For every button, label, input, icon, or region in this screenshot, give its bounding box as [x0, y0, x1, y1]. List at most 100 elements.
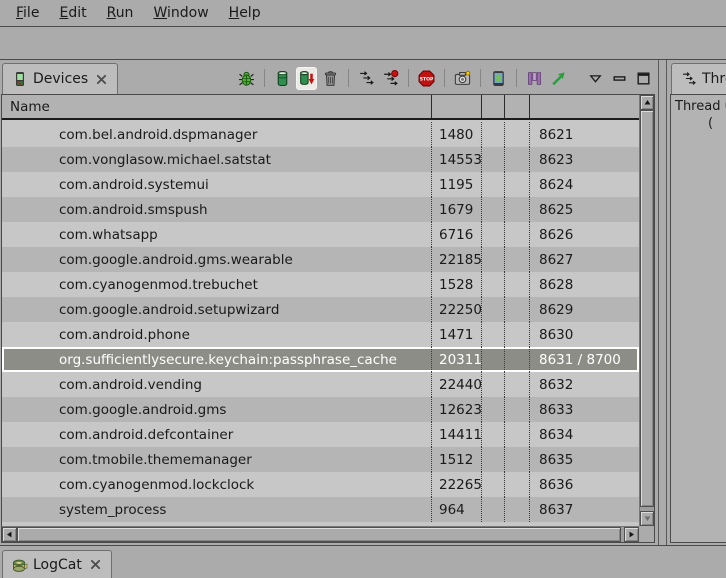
menu-file[interactable]: File	[6, 2, 49, 24]
cell-port: 8627	[530, 247, 639, 272]
menu-edit[interactable]: Edit	[49, 2, 96, 24]
table-row[interactable]: com.vonglasow.michael.satstat145538623	[2, 147, 639, 172]
close-icon[interactable]	[89, 558, 102, 571]
devices-tab-label: Devices	[33, 71, 88, 87]
cell-c4	[505, 122, 530, 147]
table-row[interactable]: com.cyanogenmod.lockclock222658636	[2, 472, 639, 497]
horizontal-scroll-thumb[interactable]	[17, 527, 621, 542]
menu-run[interactable]: Run	[97, 2, 144, 24]
maximize-icon[interactable]	[634, 68, 653, 89]
table-row[interactable]: com.android.vending224408632	[2, 372, 639, 397]
column-header-3[interactable]	[482, 95, 505, 118]
cell-pid: 14411	[432, 422, 482, 447]
column-header-4[interactable]	[505, 95, 530, 118]
phone-icon	[12, 71, 28, 87]
table-row[interactable]: com.android.defcontainer144118634	[2, 422, 639, 447]
table-row[interactable]: com.android.phone1471 8630	[2, 322, 639, 347]
cell-pid: 1471	[432, 322, 482, 347]
cell-name: com.android.systemui	[2, 172, 432, 197]
toolbar-separator	[348, 69, 349, 87]
cell-name: com.vonglasow.michael.satstat	[2, 147, 432, 172]
menu-bar: FileEditRunWindowHelp	[0, 0, 726, 27]
cell-port: 8628	[530, 272, 639, 297]
table-row[interactable]: com.android.systemui1195 8624	[2, 172, 639, 197]
tab-logcat[interactable]: LogCat	[2, 550, 112, 578]
table-row[interactable]: com.bel.android.dspmanager1480 8621	[2, 122, 639, 147]
cell-c4	[505, 222, 530, 247]
update-threads-icon[interactable]	[357, 68, 376, 89]
cell-c3	[482, 222, 505, 247]
column-header-name[interactable]: Name	[2, 95, 432, 118]
table-row[interactable]: com.google.android.gms126238633	[2, 397, 639, 422]
column-header-port[interactable]	[530, 95, 639, 118]
main-toolbar-strip	[0, 27, 726, 60]
threads-icon	[681, 71, 697, 87]
gc-icon[interactable]	[321, 68, 340, 89]
minimize-icon[interactable]	[610, 68, 629, 89]
scroll-right-button[interactable]	[624, 527, 639, 542]
cell-c4	[505, 247, 530, 272]
cell-pid: 12623	[432, 397, 482, 422]
cell-name: com.tmobile.thememanager	[2, 447, 432, 472]
cell-c3	[482, 122, 505, 147]
tab-threads[interactable]: Threads	[671, 63, 726, 94]
device-screen-capture-icon[interactable]	[489, 68, 508, 89]
cell-name: com.bel.android.dspmanager	[2, 122, 432, 147]
cell-c4	[505, 172, 530, 197]
dump-hprof-icon[interactable]	[297, 68, 316, 89]
start-method-profiling-icon[interactable]	[381, 68, 400, 89]
logcat-icon	[12, 557, 28, 573]
menu-window[interactable]: Window	[143, 2, 218, 24]
scroll-left-button[interactable]	[2, 527, 17, 542]
vertical-scrollbar[interactable]	[639, 95, 654, 526]
toolbar-separator	[480, 69, 481, 87]
cell-port: 8624	[530, 172, 639, 197]
cell-c4	[505, 422, 530, 447]
table-row[interactable]: com.google.android.setupwizard222508629	[2, 297, 639, 322]
cell-c3	[482, 422, 505, 447]
cell-port: 8634	[530, 422, 639, 447]
cell-c3	[482, 247, 505, 272]
cell-name: system_process	[2, 497, 432, 522]
view-menu-icon[interactable]	[586, 68, 605, 89]
column-header-pid[interactable]	[432, 95, 482, 118]
cell-port: 8625	[530, 197, 639, 222]
update-heap-icon[interactable]	[273, 68, 292, 89]
cell-c3	[482, 372, 505, 397]
horizontal-scrollbar[interactable]	[2, 526, 639, 542]
cell-c3	[482, 322, 505, 347]
cell-pid: 1480	[432, 122, 482, 147]
table-row[interactable]: com.google.android.gms.wearable221858627	[2, 247, 639, 272]
scroll-up-button[interactable]	[640, 95, 654, 110]
systrace-icon[interactable]	[525, 68, 544, 89]
devices-panel: Devices STOP Name com.bel.android.dspman…	[0, 60, 659, 545]
cell-c3	[482, 172, 505, 197]
scroll-down-button[interactable]	[640, 511, 654, 526]
table-row[interactable]: com.android.smspush16798625	[2, 197, 639, 222]
opengl-trace-icon[interactable]	[549, 68, 568, 89]
screen-capture-icon[interactable]	[453, 68, 472, 89]
cell-pid: 1195	[432, 172, 482, 197]
stop-process-icon[interactable]: STOP	[417, 68, 436, 89]
menu-help[interactable]: Help	[219, 2, 271, 24]
logcat-bar: LogCat	[0, 545, 726, 577]
device-table: Name com.bel.android.dspmanager14808621c…	[1, 94, 655, 543]
toolbar-separator	[444, 69, 445, 87]
debug-process-icon[interactable]	[237, 68, 256, 89]
table-row[interactable]: com.whatsapp67168626	[2, 222, 639, 247]
tab-devices[interactable]: Devices	[2, 63, 118, 94]
cell-name: com.android.phone	[2, 322, 432, 347]
table-row[interactable]: com.tmobile.thememanager15128635	[2, 447, 639, 472]
cell-pid: 22440	[432, 372, 482, 397]
table-row[interactable]: org.sufficientlysecure.keychain:passphra…	[2, 347, 639, 372]
close-icon[interactable]	[95, 73, 108, 86]
table-row[interactable]: com.cyanogenmod.trebuchet15288628	[2, 272, 639, 297]
vertical-scroll-thumb[interactable]	[640, 110, 654, 507]
cell-name: com.android.vending	[2, 372, 432, 397]
cell-c4	[505, 397, 530, 422]
cell-port: 8630	[530, 322, 639, 347]
cell-port: 8621	[530, 122, 639, 147]
cell-pid: 964	[432, 497, 482, 522]
table-row[interactable]: system_process9648637	[2, 497, 639, 522]
logcat-tab-label: LogCat	[33, 557, 82, 573]
